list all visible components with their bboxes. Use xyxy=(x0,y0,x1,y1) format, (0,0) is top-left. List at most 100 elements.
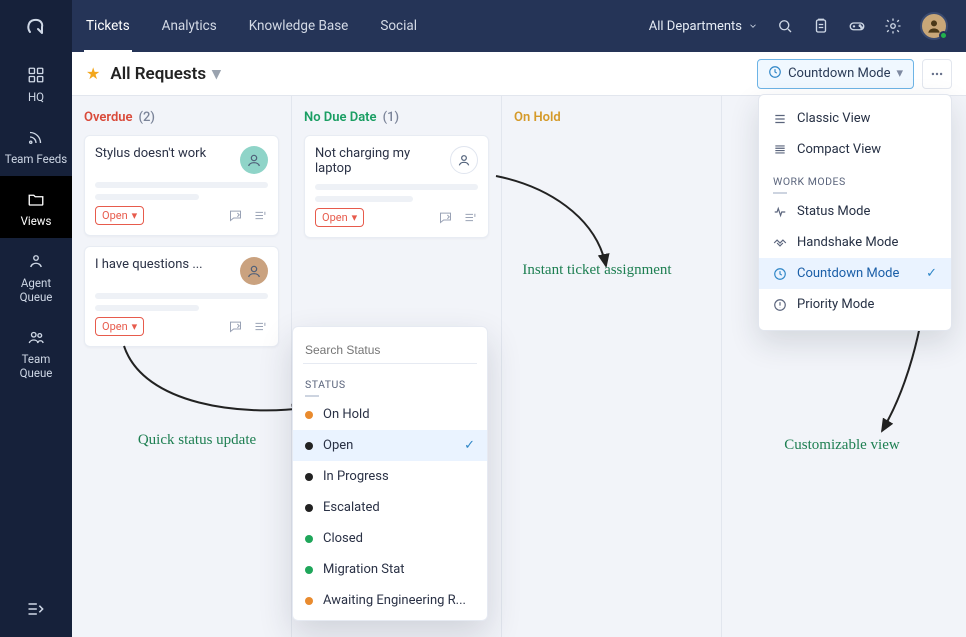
comment-icon[interactable] xyxy=(438,210,453,225)
status-color-dot xyxy=(305,442,313,450)
department-selector[interactable]: All Departments xyxy=(649,19,758,34)
status-section-header: STATUS xyxy=(293,370,487,399)
tab-knowledge-base[interactable]: Knowledge Base xyxy=(247,0,351,52)
sidebar-item-label: HQ xyxy=(4,90,68,104)
status-popover: STATUS On Hold Open ✓ In Progress Escalated C… xyxy=(292,326,488,621)
status-option-label: Escalated xyxy=(323,500,380,515)
status-option-label: Closed xyxy=(323,531,363,546)
view-menu-item-compact[interactable]: Compact View xyxy=(759,134,951,165)
ticket-title: Not charging my laptop xyxy=(315,146,442,176)
ticket-title: I have questions ... xyxy=(95,257,232,272)
ticket-card[interactable]: Not charging my laptop Open▾ xyxy=(304,135,489,238)
main-area: Tickets Analytics Knowledge Base Social … xyxy=(72,0,966,637)
priority-level-icon[interactable] xyxy=(253,208,268,223)
user-avatar[interactable] xyxy=(920,12,948,40)
more-options-button[interactable] xyxy=(922,59,952,89)
annotation-instant-assign: Instant ticket assignment xyxy=(517,261,677,279)
top-nav: Tickets Analytics Knowledge Base Social … xyxy=(72,0,966,52)
status-search-input[interactable] xyxy=(303,337,477,364)
ticket-card[interactable]: I have questions ... Open▾ xyxy=(84,246,279,347)
ticket-title: Stylus doesn't work xyxy=(95,146,232,161)
column-overdue: Overdue (2) Stylus doesn't work Open▾ xyxy=(72,96,292,637)
mode-label: Countdown Mode xyxy=(788,66,890,81)
ticket-preview xyxy=(95,293,268,311)
team-icon xyxy=(4,326,68,348)
column-count: (2) xyxy=(139,110,155,125)
status-option[interactable]: Awaiting Engineering R... xyxy=(293,585,487,616)
ticket-preview xyxy=(315,184,478,202)
clipboard-icon[interactable] xyxy=(812,17,830,35)
sidebar-item-hq[interactable]: HQ xyxy=(0,52,72,114)
status-color-dot xyxy=(305,473,313,481)
list-icon xyxy=(773,112,787,126)
status-option[interactable]: Escalated xyxy=(293,492,487,523)
annotation-customizable-view: Customizable view xyxy=(772,436,912,454)
status-option-label: In Progress xyxy=(323,469,389,484)
folder-icon xyxy=(4,188,68,210)
department-label: All Departments xyxy=(649,19,742,34)
mode-selector-button[interactable]: Countdown Mode ▾ xyxy=(757,59,914,89)
feed-icon xyxy=(4,126,68,148)
tab-analytics[interactable]: Analytics xyxy=(160,0,219,52)
gear-icon[interactable] xyxy=(884,17,902,35)
comment-icon[interactable] xyxy=(228,319,243,334)
tab-social[interactable]: Social xyxy=(378,0,419,52)
view-menu-section-header: WORK MODES xyxy=(759,165,951,196)
handshake-icon xyxy=(773,236,787,250)
annotation-quick-status: Quick status update xyxy=(132,431,262,449)
view-menu-item-status-mode[interactable]: Status Mode xyxy=(759,196,951,227)
view-menu-label: Countdown Mode xyxy=(797,266,899,281)
sidebar-collapse-button[interactable] xyxy=(0,585,72,637)
gamepad-icon[interactable] xyxy=(848,17,866,35)
sidebar-item-agent-queue[interactable]: Agent Queue xyxy=(0,238,72,314)
view-menu-item-countdown-mode[interactable]: Countdown Mode ✓ xyxy=(759,258,951,289)
sidebar-item-label: Views xyxy=(4,214,68,228)
status-dropdown[interactable]: Open▾ xyxy=(95,206,144,225)
sidebar-item-views[interactable]: Views xyxy=(0,176,72,238)
status-option-label: On Hold xyxy=(323,407,370,422)
column-count: (1) xyxy=(383,110,399,125)
assignee-avatar[interactable] xyxy=(240,257,268,285)
status-option[interactable]: Closed xyxy=(293,523,487,554)
status-dropdown[interactable]: Open▾ xyxy=(95,317,144,336)
status-option[interactable]: In Progress xyxy=(293,461,487,492)
status-option[interactable]: Open ✓ xyxy=(293,430,487,461)
view-menu-item-priority-mode[interactable]: Priority Mode xyxy=(759,289,951,320)
status-dropdown[interactable]: Open▾ xyxy=(315,208,364,227)
column-no-due-date: No Due Date (1) Not charging my laptop O… xyxy=(292,96,502,637)
view-menu-label: Priority Mode xyxy=(797,297,874,312)
column-title: On Hold xyxy=(514,110,561,125)
grid-icon xyxy=(4,64,68,86)
comment-icon[interactable] xyxy=(228,208,243,223)
status-option[interactable]: Migration Stat xyxy=(293,554,487,585)
agent-icon xyxy=(4,250,68,272)
status-color-dot xyxy=(305,504,313,512)
column-title: Overdue xyxy=(84,110,133,125)
presence-indicator xyxy=(939,31,948,40)
status-option-label: Open xyxy=(323,438,353,453)
priority-icon xyxy=(773,298,787,312)
status-option[interactable]: On Hold xyxy=(293,399,487,430)
search-icon[interactable] xyxy=(776,17,794,35)
view-menu-label: Handshake Mode xyxy=(797,235,898,250)
ticket-preview xyxy=(95,182,268,200)
star-icon[interactable]: ★ xyxy=(86,64,100,83)
priority-level-icon[interactable] xyxy=(253,319,268,334)
left-sidebar: HQ Team Feeds Views Agent Queue Team Que… xyxy=(0,0,72,637)
tab-tickets[interactable]: Tickets xyxy=(84,0,132,52)
sidebar-item-team-queue[interactable]: Team Queue xyxy=(0,314,72,390)
sidebar-item-team-feeds[interactable]: Team Feeds xyxy=(0,114,72,176)
status-color-dot xyxy=(305,411,313,419)
assignee-avatar[interactable] xyxy=(240,146,268,174)
assign-user-button[interactable] xyxy=(450,146,478,174)
sidebar-item-label: Team Feeds xyxy=(4,152,68,166)
view-menu-label: Classic View xyxy=(797,111,870,126)
view-menu-item-classic[interactable]: Classic View xyxy=(759,103,951,134)
clock-icon xyxy=(768,65,782,83)
ticket-card[interactable]: Stylus doesn't work Open▾ xyxy=(84,135,279,236)
priority-level-icon[interactable] xyxy=(463,210,478,225)
status-option-label: Migration Stat xyxy=(323,562,405,577)
page-title-selector[interactable]: All Requests ▾ xyxy=(110,64,220,84)
view-menu-item-handshake-mode[interactable]: Handshake Mode xyxy=(759,227,951,258)
check-icon: ✓ xyxy=(464,438,475,453)
